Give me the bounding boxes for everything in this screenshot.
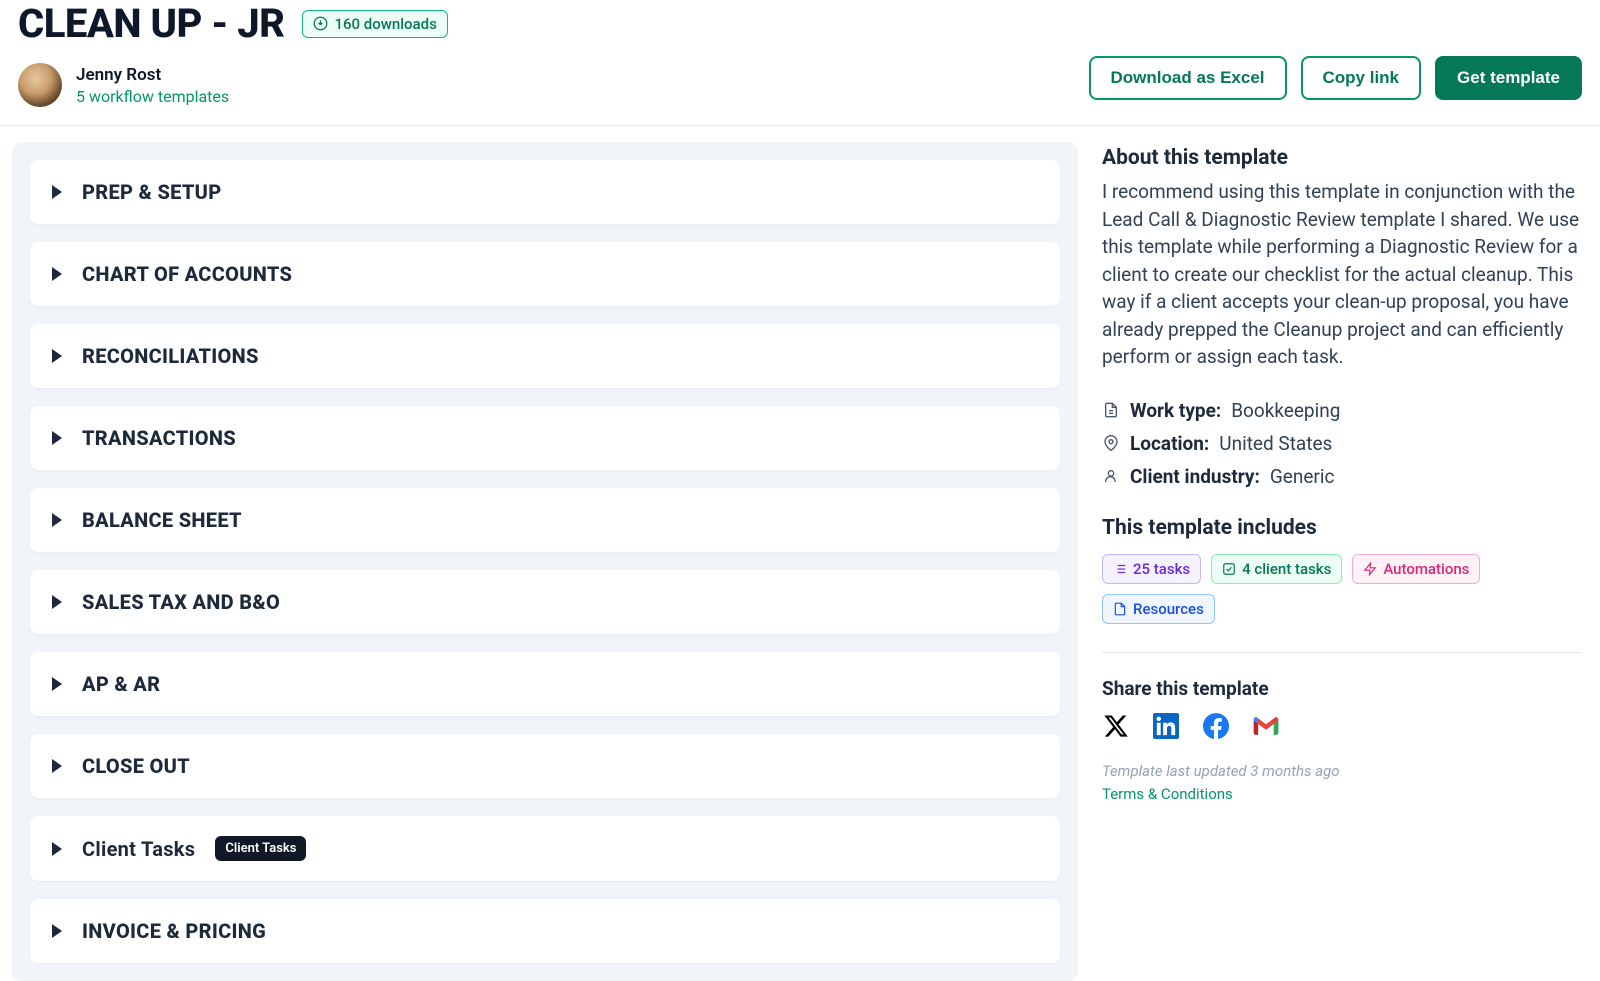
section-label: TRANSACTIONS xyxy=(82,426,236,450)
meta-value: United States xyxy=(1219,432,1332,455)
gmail-icon[interactable] xyxy=(1252,712,1280,740)
meta-work-type: Work type: Bookkeeping xyxy=(1102,399,1582,422)
sections-list: PREP & SETUP CHART OF ACCOUNTS RECONCILI… xyxy=(12,142,1078,981)
badge-label: 4 client tasks xyxy=(1242,560,1331,578)
badge-client-tasks: 4 client tasks xyxy=(1211,554,1342,584)
chevron-right-icon xyxy=(52,431,62,445)
header-left: CLEAN UP - JR 160 downloads Jenny Rost 5… xyxy=(18,0,1089,107)
section-client-tasks[interactable]: Client Tasks Client Tasks xyxy=(30,816,1060,881)
author-avatar[interactable] xyxy=(18,63,62,107)
section-prep-setup[interactable]: PREP & SETUP xyxy=(30,160,1060,224)
includes-badges: 25 tasks 4 client tasks Automations Reso… xyxy=(1102,554,1582,624)
download-icon xyxy=(313,16,328,31)
chevron-right-icon xyxy=(52,842,62,856)
section-invoice-pricing[interactable]: INVOICE & PRICING xyxy=(30,899,1060,963)
about-body: I recommend using this template in conju… xyxy=(1102,178,1582,371)
terms-link[interactable]: Terms & Conditions xyxy=(1102,785,1233,803)
badge-resources: Resources xyxy=(1102,594,1215,624)
section-label: PREP & SETUP xyxy=(82,180,222,204)
title-row: CLEAN UP - JR 160 downloads xyxy=(18,0,1089,47)
section-label: CHART OF ACCOUNTS xyxy=(82,262,292,286)
chevron-right-icon xyxy=(52,924,62,938)
main-content: PREP & SETUP CHART OF ACCOUNTS RECONCILI… xyxy=(0,126,1600,981)
section-transactions[interactable]: TRANSACTIONS xyxy=(30,406,1060,470)
download-excel-button[interactable]: Download as Excel xyxy=(1089,56,1287,100)
location-icon xyxy=(1102,434,1120,452)
badge-tasks: 25 tasks xyxy=(1102,554,1201,584)
author-name[interactable]: Jenny Rost xyxy=(76,65,229,85)
copy-link-button[interactable]: Copy link xyxy=(1301,56,1422,100)
meta-label: Work type: xyxy=(1130,399,1221,422)
section-label: AP & AR xyxy=(82,672,160,696)
author-row: Jenny Rost 5 workflow templates xyxy=(18,63,1089,107)
list-icon xyxy=(1113,562,1127,576)
template-title: CLEAN UP - JR xyxy=(18,0,284,47)
page-header: CLEAN UP - JR 160 downloads Jenny Rost 5… xyxy=(0,0,1600,126)
client-tasks-pill: Client Tasks xyxy=(215,836,306,861)
meta-location: Location: United States xyxy=(1102,432,1582,455)
section-chart-of-accounts[interactable]: CHART OF ACCOUNTS xyxy=(30,242,1060,306)
section-reconciliations[interactable]: RECONCILIATIONS xyxy=(30,324,1060,388)
section-close-out[interactable]: CLOSE OUT xyxy=(30,734,1060,798)
section-label: SALES TAX AND B&O xyxy=(82,590,280,614)
meta-industry: Client industry: Generic xyxy=(1102,465,1582,488)
lightning-icon xyxy=(1363,562,1377,576)
share-heading: Share this template xyxy=(1102,677,1582,700)
meta-label: Location: xyxy=(1130,432,1209,455)
meta-value: Bookkeeping xyxy=(1231,399,1340,422)
section-label: BALANCE SHEET xyxy=(82,508,242,532)
template-meta: Work type: Bookkeeping Location: United … xyxy=(1102,399,1582,488)
section-label: CLOSE OUT xyxy=(82,754,190,778)
downloads-count: 160 downloads xyxy=(334,15,436,33)
author-text: Jenny Rost 5 workflow templates xyxy=(76,65,229,106)
badge-label: Automations xyxy=(1383,560,1469,578)
header-actions: Download as Excel Copy link Get template xyxy=(1089,56,1583,100)
check-square-icon xyxy=(1222,562,1236,576)
x-twitter-icon[interactable] xyxy=(1102,712,1130,740)
section-sales-tax-bo[interactable]: SALES TAX AND B&O xyxy=(30,570,1060,634)
chevron-right-icon xyxy=(52,677,62,691)
last-updated: Template last updated 3 months ago xyxy=(1102,762,1582,780)
facebook-icon[interactable] xyxy=(1202,712,1230,740)
document-icon xyxy=(1102,401,1120,419)
chevron-right-icon xyxy=(52,267,62,281)
chevron-right-icon xyxy=(52,185,62,199)
includes-heading: This template includes xyxy=(1102,516,1582,540)
section-label: Client Tasks xyxy=(82,837,195,861)
file-icon xyxy=(1113,602,1127,616)
get-template-button[interactable]: Get template xyxy=(1435,56,1582,100)
divider xyxy=(1102,652,1582,653)
downloads-badge: 160 downloads xyxy=(302,10,447,38)
sidebar: About this template I recommend using th… xyxy=(1102,142,1582,803)
badge-label: 25 tasks xyxy=(1133,560,1190,578)
badge-label: Resources xyxy=(1133,600,1204,618)
author-workflow-count[interactable]: 5 workflow templates xyxy=(76,87,229,106)
chevron-right-icon xyxy=(52,349,62,363)
meta-value: Generic xyxy=(1270,465,1335,488)
section-label: RECONCILIATIONS xyxy=(82,344,259,368)
share-icons xyxy=(1102,712,1582,740)
linkedin-icon[interactable] xyxy=(1152,712,1180,740)
chevron-right-icon xyxy=(52,513,62,527)
section-balance-sheet[interactable]: BALANCE SHEET xyxy=(30,488,1060,552)
chevron-right-icon xyxy=(52,595,62,609)
section-label: INVOICE & PRICING xyxy=(82,919,266,943)
person-icon xyxy=(1102,467,1120,485)
badge-automations: Automations xyxy=(1352,554,1480,584)
chevron-right-icon xyxy=(52,759,62,773)
meta-label: Client industry: xyxy=(1130,465,1260,488)
about-heading: About this template xyxy=(1102,146,1582,170)
section-ap-ar[interactable]: AP & AR xyxy=(30,652,1060,716)
